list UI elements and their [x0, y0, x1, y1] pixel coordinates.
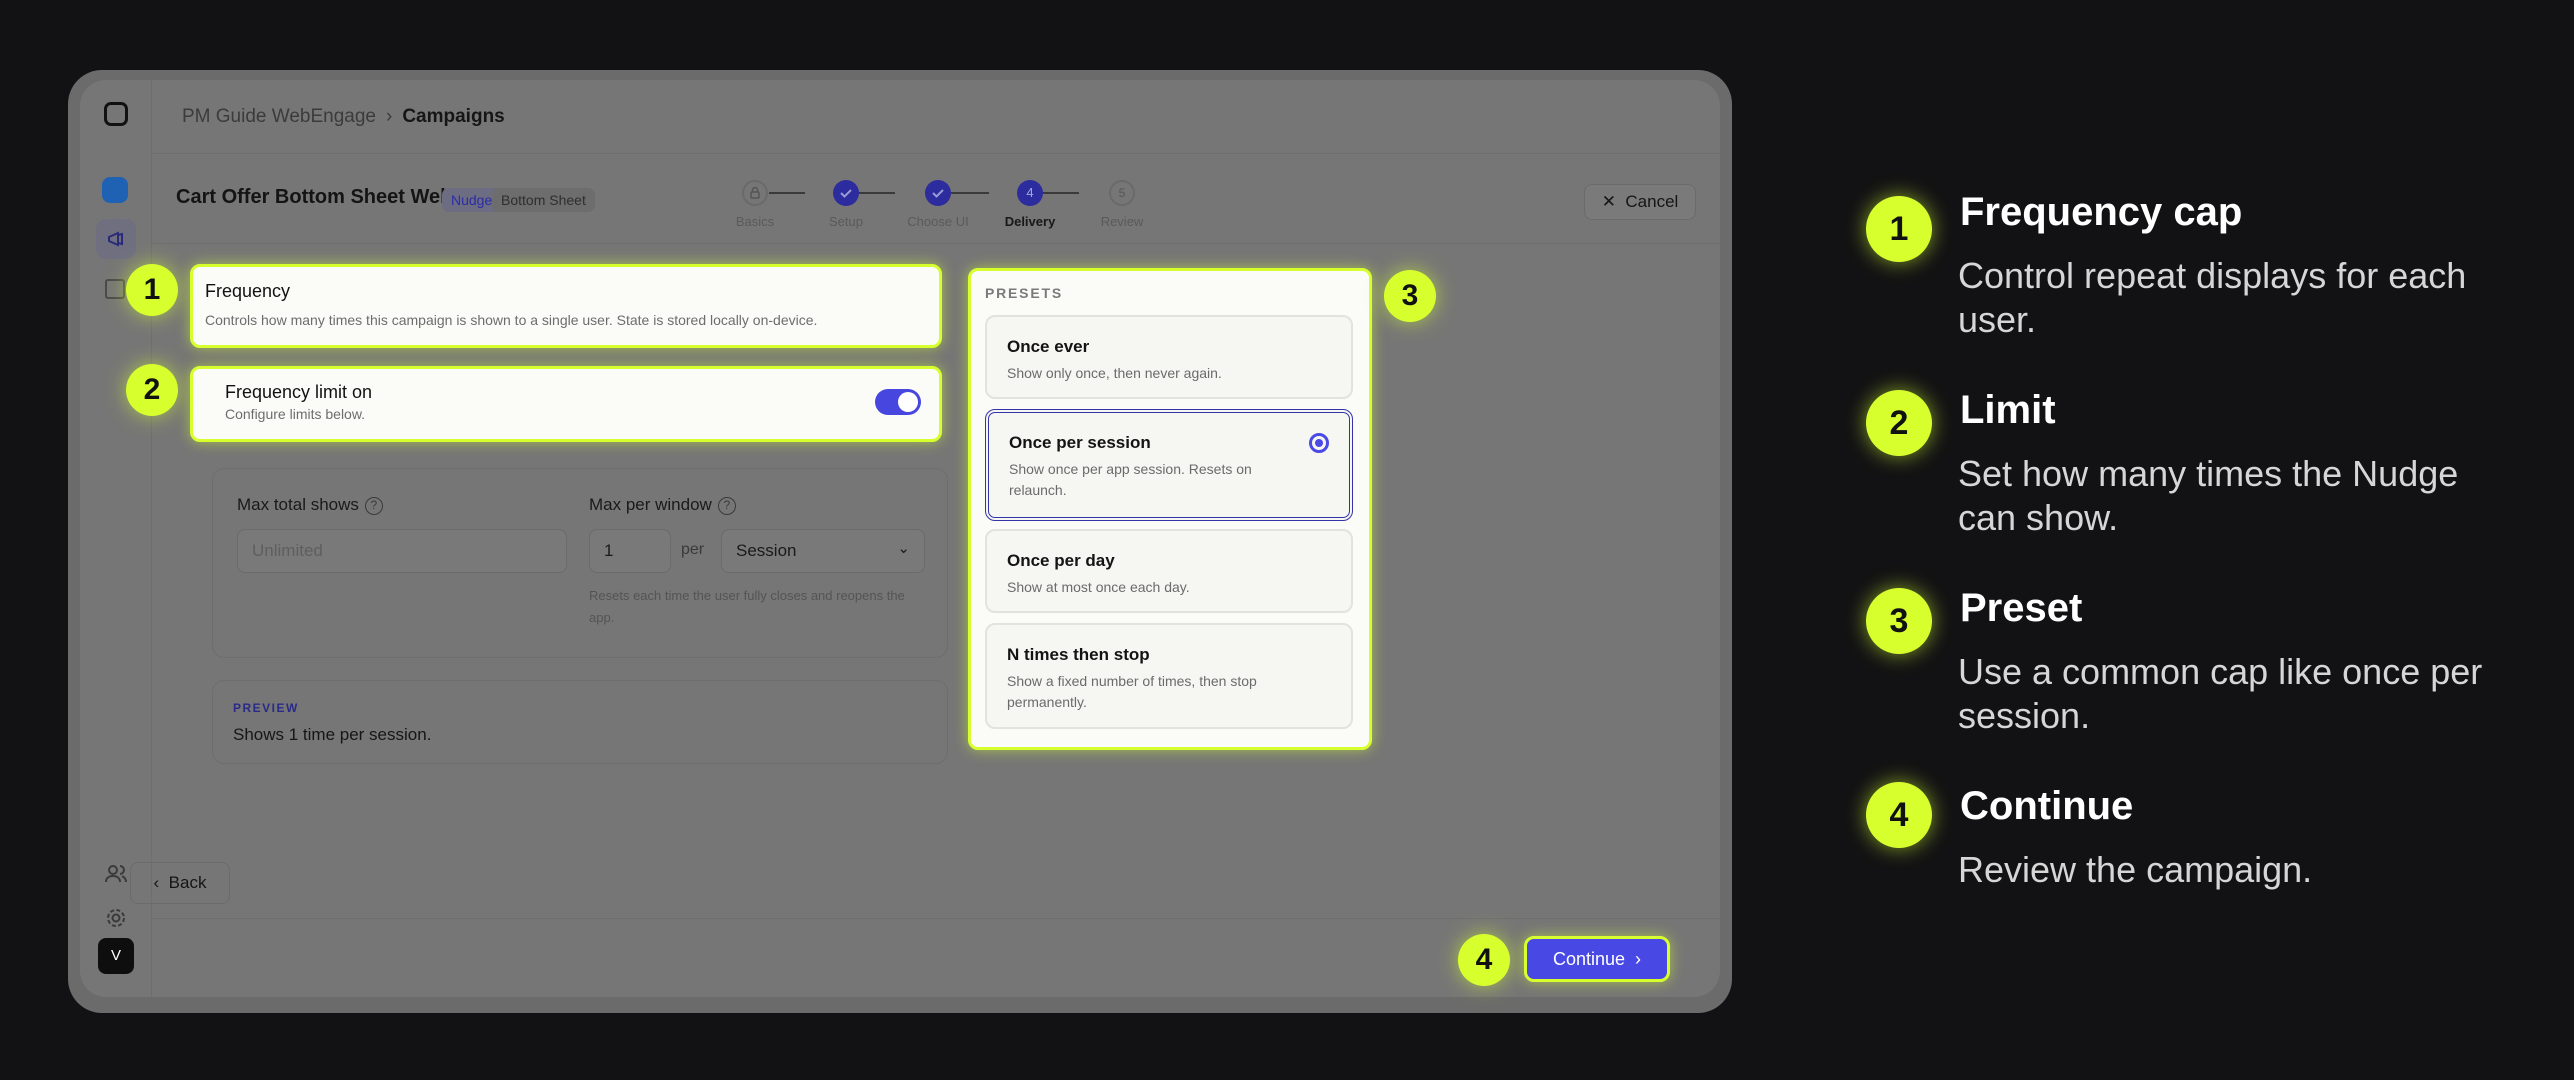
preview-text: Shows 1 time per session.: [233, 725, 432, 744]
users-icon[interactable]: [104, 862, 128, 886]
max-window-label: Max per window?: [589, 495, 736, 515]
limits-panel: Max total shows? Unlimited Max per windo…: [212, 468, 948, 658]
frequency-limit-card: Frequency limit on Configure limits belo…: [190, 366, 942, 442]
preset-n-times-then-stop[interactable]: N times then stop Show a fixed number of…: [985, 623, 1353, 729]
back-button[interactable]: ‹ Back: [130, 862, 230, 904]
legend-title-1: Frequency cap: [1960, 190, 2243, 234]
step-label-review: Review: [1100, 214, 1144, 229]
frequency-description: Controls how many times this campaign is…: [205, 312, 818, 328]
max-total-label: Max total shows?: [237, 495, 383, 515]
per-label: per: [681, 541, 705, 558]
campaign-title: Cart Offer Bottom Sheet Web...: [176, 186, 469, 208]
legend-title-2: Limit: [1960, 388, 2056, 432]
legend-desc-1: Control repeat displays for each user.: [1958, 255, 2467, 340]
window-hint: Resets each time the user fully closes a…: [589, 588, 905, 625]
avatar[interactable]: V: [98, 938, 134, 974]
calendar-nav-icon[interactable]: [105, 279, 125, 299]
check-icon: [840, 189, 852, 198]
legend-desc-3: Use a common cap like once per session.: [1958, 651, 2483, 736]
legend-desc-4: Review the campaign.: [1958, 849, 2313, 890]
preset-once-ever[interactable]: Once ever Show only once, then never aga…: [985, 315, 1353, 399]
step-basics[interactable]: [742, 180, 768, 206]
legend-title-4: Continue: [1960, 784, 2134, 828]
workspace-icon[interactable]: [102, 177, 128, 203]
callout-badge-1: 1: [126, 264, 178, 316]
campaigns-nav-icon[interactable]: [96, 219, 136, 259]
top-bar: PM Guide WebEngage › Campaigns: [152, 80, 1720, 154]
legend-badge-3: 3: [1866, 588, 1932, 654]
frequency-limit-description: Configure limits below.: [225, 406, 366, 422]
help-icon[interactable]: ?: [364, 496, 383, 515]
breadcrumb-current: Campaigns: [402, 106, 505, 127]
close-icon: ✕: [1601, 192, 1616, 211]
left-rail: V: [80, 80, 152, 997]
legend-title-3: Preset: [1960, 586, 2083, 630]
check-icon: [932, 189, 944, 198]
format-badge: Bottom Sheet: [492, 188, 595, 212]
frequency-card: Frequency Controls how many times this c…: [190, 264, 942, 348]
callout-badge-4: 4: [1458, 934, 1510, 986]
presets-panel: PRESETS Once ever Show only once, then n…: [968, 268, 1372, 750]
step-delivery[interactable]: 4: [1017, 180, 1043, 206]
app-screen: V PM Guide WebEngage › Campaigns Cart Offe…: [80, 80, 1720, 997]
legend-badge-4: 4: [1866, 782, 1932, 848]
chevron-right-icon: ›: [386, 106, 393, 127]
cancel-label: Cancel: [1625, 192, 1679, 211]
max-total-input[interactable]: Unlimited: [237, 529, 567, 573]
chevron-left-icon: ‹: [153, 873, 160, 892]
frequency-limit-toggle[interactable]: [875, 389, 921, 415]
campaign-header: Cart Offer Bottom Sheet Web... Nudge Bot…: [152, 154, 1720, 244]
gear-icon[interactable]: [104, 906, 128, 930]
legend-badge-2: 2: [1866, 390, 1932, 456]
breadcrumb: PM Guide WebEngage › Campaigns: [182, 106, 505, 128]
chevron-right-icon: ›: [1635, 949, 1642, 969]
app-logo-icon[interactable]: [104, 102, 128, 126]
legend-badge-1: 1: [1866, 196, 1932, 262]
frequency-limit-title: Frequency limit on: [225, 382, 373, 402]
window-unit-select[interactable]: Session ⌄: [721, 529, 925, 573]
preview-panel: PREVIEW Shows 1 time per session.: [212, 680, 948, 764]
step-choose-ui[interactable]: [925, 180, 951, 206]
continue-button[interactable]: Continue ›: [1524, 936, 1670, 982]
step-label-basics: Basics: [735, 214, 775, 229]
help-icon[interactable]: ?: [717, 496, 736, 515]
cancel-button[interactable]: ✕ Cancel: [1584, 184, 1696, 220]
step-label-choose-ui: Choose UI: [907, 214, 969, 229]
preset-once-per-day[interactable]: Once per day Show at most once each day.: [985, 529, 1353, 613]
callout-badge-2: 2: [126, 364, 178, 416]
breadcrumb-parent[interactable]: PM Guide WebEngage: [182, 106, 376, 127]
step-review[interactable]: 5: [1109, 180, 1135, 206]
step-label-delivery: Delivery: [1004, 214, 1056, 229]
step-label-setup: Setup: [829, 214, 863, 229]
legend-desc-2: Set how many times the Nudge can show.: [1958, 453, 2459, 538]
max-window-input[interactable]: 1: [589, 529, 671, 573]
chevron-down-icon: ⌄: [897, 540, 910, 557]
preview-label: PREVIEW: [233, 701, 299, 715]
lock-icon: [750, 186, 760, 199]
selected-radio-icon[interactable]: [1309, 433, 1329, 453]
step-setup[interactable]: [833, 180, 859, 206]
preset-once-per-session[interactable]: Once per session Show once per app sessi…: [985, 409, 1353, 521]
frequency-title: Frequency: [205, 281, 291, 301]
callout-badge-3: 3: [1384, 270, 1436, 322]
presets-title: PRESETS: [985, 285, 1063, 301]
